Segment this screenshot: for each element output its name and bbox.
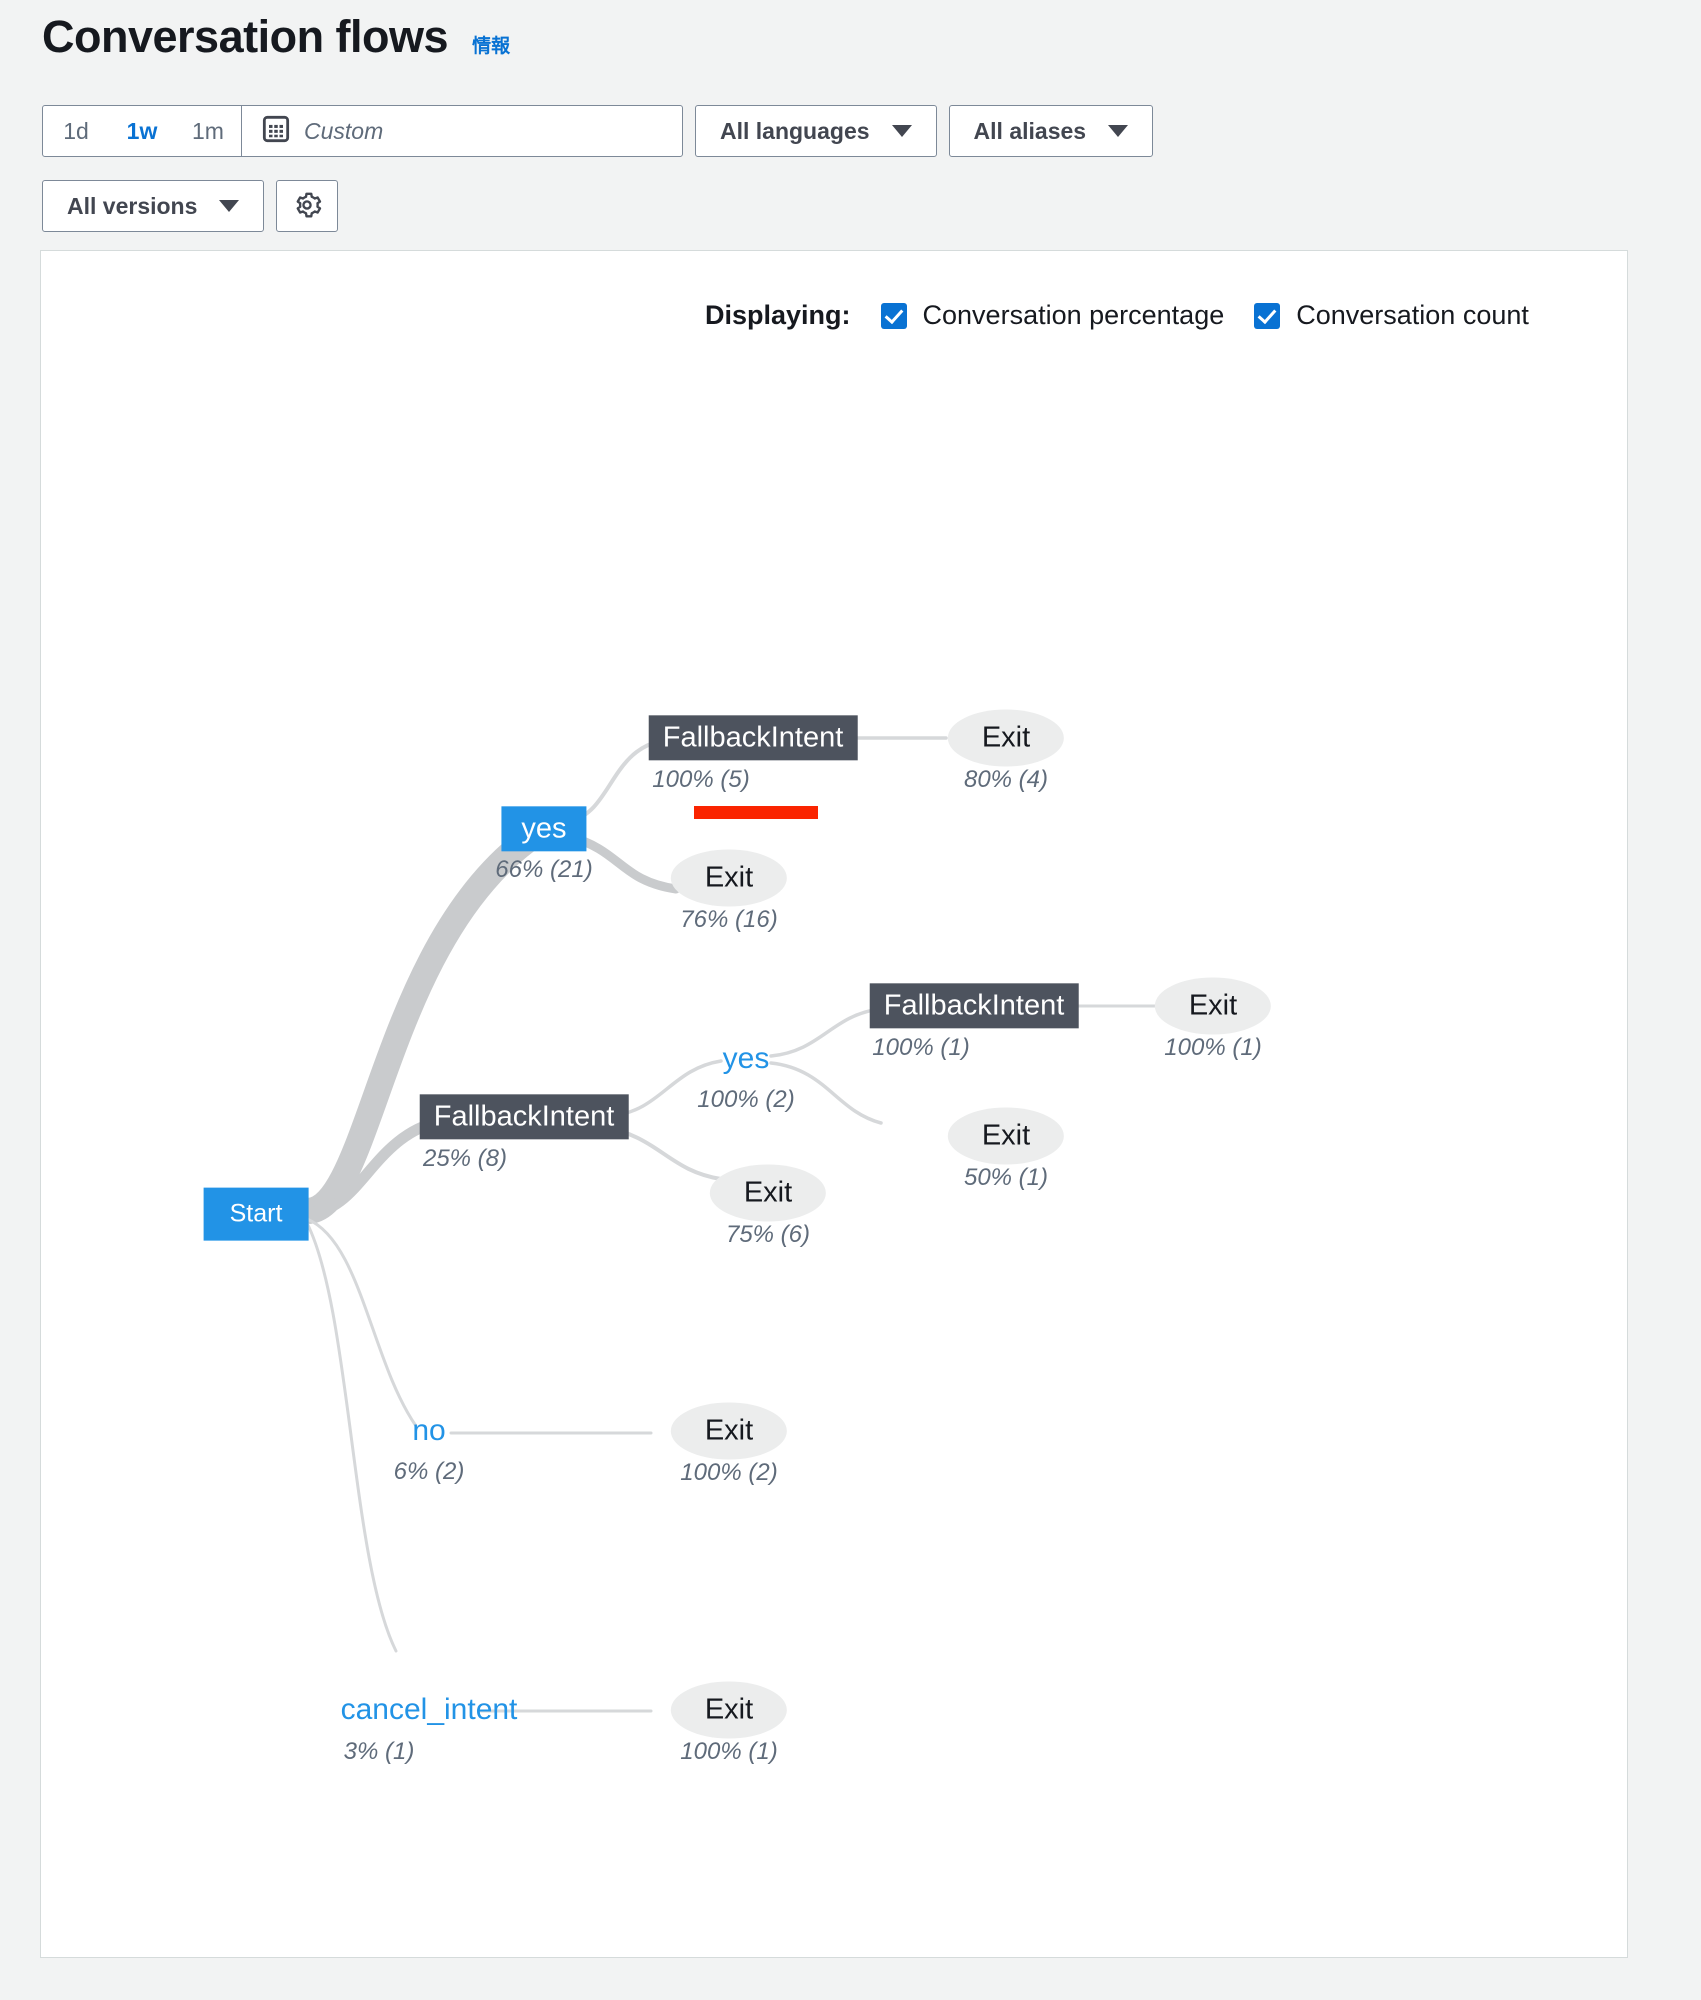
flow-metric-exit-yes-secondary: 50% (1)	[963, 1164, 1049, 1191]
flow-node-start[interactable]: Start	[203, 1187, 309, 1241]
range-1d-button[interactable]: 1d	[43, 106, 109, 156]
calendar-icon	[262, 115, 290, 148]
flow-metric-exit-deep: 100% (1)	[1164, 1034, 1262, 1061]
page-header: Conversation flows 情報	[42, 14, 510, 59]
flow-node-yes-primary[interactable]: yes	[501, 806, 587, 852]
page-title: Conversation flows	[42, 11, 449, 62]
versions-dropdown-label: All versions	[67, 192, 198, 219]
flow-node-exit-fallbackintent-mid[interactable]: Exit	[709, 1164, 827, 1222]
flow-metric-exit-yes-primary: 76% (16)	[680, 906, 778, 933]
checkbox-conversation-count[interactable]: Conversation count	[1254, 300, 1529, 331]
flow-canvas: Start yes 66% (21) FallbackIntent 100% (…	[40, 250, 1628, 1958]
flow-node-exit-cancel-intent[interactable]: Exit	[670, 1681, 788, 1739]
flow-node-fallbackintent-deep[interactable]: FallbackIntent	[869, 983, 1079, 1029]
chevron-down-icon	[219, 200, 240, 212]
checkbox-conversation-percentage-label: Conversation percentage	[922, 300, 1225, 330]
settings-button[interactable]	[276, 180, 339, 232]
flow-metric-no: 6% (2)	[393, 1458, 465, 1485]
flow-metric-exit-no: 100% (2)	[680, 1459, 778, 1486]
range-1m-button[interactable]: 1m	[175, 106, 241, 156]
displaying-controls: Displaying: Conversation percentage Conv…	[705, 300, 1529, 331]
red-annotation-bar	[694, 806, 818, 819]
custom-date-input[interactable]: Custom	[242, 106, 682, 156]
flow-node-fallbackintent-top[interactable]: FallbackIntent	[648, 715, 858, 761]
checkbox-checked-icon[interactable]	[1254, 302, 1281, 329]
flow-node-fallbackintent-mid[interactable]: FallbackIntent	[419, 1094, 629, 1140]
flow-metric-exit-fallbackintent-mid: 75% (6)	[725, 1221, 811, 1248]
languages-dropdown-label: All languages	[720, 117, 870, 144]
checkbox-checked-icon[interactable]	[880, 302, 907, 329]
flow-node-exit-yes-secondary[interactable]: Exit	[947, 1107, 1065, 1165]
flow-metric-fallbackintent-mid: 25% (8)	[422, 1145, 508, 1172]
date-range-group: 1d 1w 1m Custom	[42, 105, 683, 157]
flow-node-no[interactable]: no	[406, 1412, 451, 1450]
aliases-dropdown-label: All aliases	[973, 117, 1087, 144]
flow-metric-yes-secondary: 100% (2)	[697, 1086, 795, 1113]
gear-icon	[292, 190, 322, 223]
flow-metric-fallbackintent-top: 100% (5)	[652, 766, 750, 793]
flow-metric-cancel-intent: 3% (1)	[343, 1738, 415, 1765]
languages-dropdown[interactable]: All languages	[695, 105, 937, 157]
flow-node-exit-deep[interactable]: Exit	[1154, 977, 1272, 1035]
versions-dropdown[interactable]: All versions	[42, 180, 265, 232]
checkbox-conversation-count-label: Conversation count	[1296, 300, 1529, 330]
aliases-dropdown[interactable]: All aliases	[948, 105, 1154, 157]
flow-metric-exit-cancel-intent: 100% (1)	[680, 1738, 778, 1765]
chevron-down-icon	[891, 125, 912, 137]
chevron-down-icon	[1108, 125, 1129, 137]
displaying-label: Displaying:	[705, 300, 851, 330]
custom-date-placeholder: Custom	[304, 117, 384, 144]
flow-node-exit-no[interactable]: Exit	[670, 1402, 788, 1460]
flow-node-yes-secondary[interactable]: yes	[717, 1040, 776, 1078]
flow-metric-fallbackintent-deep: 100% (1)	[872, 1034, 970, 1061]
flow-node-exit-top[interactable]: Exit	[947, 709, 1065, 767]
info-link[interactable]: 情報	[472, 31, 510, 58]
toolbar-row-primary: 1d 1w 1m Custom All languages All aliase…	[42, 105, 1154, 157]
flow-metric-yes-primary: 66% (21)	[495, 856, 593, 883]
flow-node-cancel-intent[interactable]: cancel_intent	[335, 1691, 524, 1729]
flow-nodes: Start yes 66% (21) FallbackIntent 100% (…	[41, 251, 1627, 1957]
range-1w-button[interactable]: 1w	[109, 106, 175, 156]
toolbar-row-secondary: All versions	[42, 180, 339, 232]
conversation-flows-page: Conversation flows 情報 1d 1w 1m Custom Al…	[0, 0, 1701, 2000]
flow-metric-exit-top: 80% (4)	[963, 766, 1049, 793]
checkbox-conversation-percentage[interactable]: Conversation percentage	[880, 300, 1225, 331]
flow-node-exit-yes-primary[interactable]: Exit	[670, 849, 788, 907]
